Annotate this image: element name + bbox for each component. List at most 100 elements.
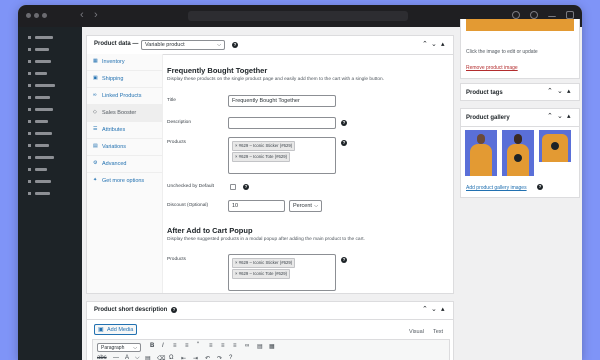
move-down-icon[interactable]: ⌄: [557, 87, 563, 95]
bold-icon[interactable]: B: [150, 343, 154, 349]
tab-advanced[interactable]: ⚙ Advanced: [87, 156, 162, 173]
toggle-panel-icon[interactable]: ▴: [567, 112, 571, 120]
add-tab-icon[interactable]: [548, 11, 556, 17]
forward-arrow-icon[interactable]: ›: [94, 9, 98, 21]
fbt-products-label: Products: [167, 140, 186, 145]
text-color-icon[interactable]: A: [125, 355, 129, 360]
format-select[interactable]: Paragraph ⌵: [97, 343, 141, 352]
indent-icon[interactable]: ⇥: [193, 355, 198, 360]
product-image[interactable]: [466, 19, 574, 31]
help-icon[interactable]: ?: [341, 120, 347, 126]
help-icon[interactable]: ?: [341, 257, 347, 263]
numbered-list-icon[interactable]: ≡: [185, 343, 189, 349]
help-icon[interactable]: ?: [537, 184, 543, 190]
keyboard-help-icon[interactable]: ?: [229, 355, 232, 360]
maximize-window-dot[interactable]: [42, 13, 47, 18]
tabs-overview-icon[interactable]: [566, 11, 574, 19]
fbt-products-select[interactable]: × #629 – Iconic Sticker (#629) × #629 – …: [228, 137, 336, 174]
popup-products-select[interactable]: × #629 – Iconic Sticker (#629) × #629 – …: [228, 254, 336, 291]
product-type-select[interactable]: Variable product ⌵: [141, 40, 225, 50]
add-gallery-images-link[interactable]: Add product gallery images: [466, 185, 527, 191]
move-up-icon[interactable]: ⌃: [547, 112, 553, 120]
fbt-product-tag[interactable]: × #629 – Iconic Sticker (#629): [232, 141, 296, 151]
menu-icon: [28, 48, 31, 51]
menu-icon: [28, 96, 31, 99]
blockquote-icon[interactable]: “: [197, 342, 199, 348]
paste-text-icon[interactable]: ▤: [145, 355, 151, 360]
move-down-icon[interactable]: ⌄: [431, 305, 437, 313]
special-char-icon[interactable]: Ω: [169, 355, 174, 360]
align-left-icon[interactable]: ≡: [209, 343, 213, 349]
strikethrough-icon[interactable]: abc: [97, 355, 107, 360]
toggle-panel-icon[interactable]: ▴: [567, 87, 571, 95]
discount-label: Discount (Optional): [167, 203, 209, 208]
help-icon[interactable]: ?: [243, 184, 249, 190]
product-data-title: Product data —: [94, 41, 139, 47]
unchecked-default-checkbox[interactable]: [230, 184, 236, 190]
format-value: Paragraph: [101, 345, 125, 351]
chevron-down-icon: ⌵: [133, 345, 137, 351]
link-icon[interactable]: ∞: [245, 343, 249, 349]
address-bar[interactable]: [188, 11, 408, 21]
tab-shipping[interactable]: ▣ Shipping: [87, 71, 162, 88]
tab-linked-products[interactable]: ∞ Linked Products: [87, 88, 162, 105]
tab-variations[interactable]: ▤ Variations: [87, 139, 162, 156]
chevron-down-icon[interactable]: ⌵: [135, 355, 140, 360]
tab-visual[interactable]: Visual: [409, 329, 424, 335]
undo-icon[interactable]: ↶: [205, 355, 210, 360]
move-down-icon[interactable]: ⌄: [431, 40, 437, 48]
fbt-product-tag[interactable]: × #629 – Iconic Tote (#629): [232, 152, 291, 162]
browser-window: ‹ › Product data — Variable product ⌵ ? …: [18, 5, 582, 360]
popup-product-tag[interactable]: × #629 – Iconic Tote (#629): [232, 269, 291, 279]
discount-input[interactable]: 10: [228, 200, 285, 212]
discount-type-select[interactable]: Percent ⌵: [289, 200, 322, 212]
redo-icon[interactable]: ↷: [217, 355, 222, 360]
back-arrow-icon[interactable]: ‹: [80, 9, 84, 21]
horizontal-line-icon[interactable]: —: [113, 355, 119, 360]
move-down-icon[interactable]: ⌄: [557, 112, 563, 120]
download-icon[interactable]: [512, 11, 520, 19]
fbt-title-label: Title: [167, 98, 176, 103]
popup-product-tag[interactable]: × #629 – Iconic Sticker (#629): [232, 258, 296, 268]
align-right-icon[interactable]: ≡: [233, 343, 237, 349]
product-tags-panel: Product tags ⌃ ⌄ ▴: [460, 83, 580, 101]
fbt-description-input[interactable]: [228, 117, 336, 129]
gear-icon: ⚙: [93, 160, 98, 166]
toggle-panel-icon[interactable]: ▴: [441, 40, 445, 48]
fbt-title-input[interactable]: Frequently Bought Together: [228, 95, 336, 107]
tab-text[interactable]: Text: [433, 329, 443, 335]
product-gallery-title: Product gallery: [466, 115, 510, 121]
help-icon[interactable]: ?: [232, 42, 238, 48]
toggle-panel-icon[interactable]: ▴: [441, 305, 445, 313]
editor-toolbar: Paragraph ⌵ B I ≡ ≡ “ ≡ ≡ ≡ ∞ ▤ ▦ abc — …: [92, 339, 450, 360]
tab-get-more-options[interactable]: ✦ Get more options: [87, 173, 162, 190]
move-up-icon[interactable]: ⌃: [547, 87, 553, 95]
attributes-icon: ☰: [93, 126, 98, 132]
toolbar-toggle-icon[interactable]: ▦: [269, 343, 275, 350]
menu-icon: [28, 60, 31, 63]
more-tag-icon[interactable]: ▤: [257, 343, 263, 350]
tab-attributes[interactable]: ☰ Attributes: [87, 122, 162, 139]
gallery-image[interactable]: [539, 130, 571, 162]
tab-label: Sales Booster: [102, 110, 137, 116]
outdent-icon[interactable]: ⇤: [181, 355, 186, 360]
add-media-button[interactable]: ▣ Add Media: [94, 324, 137, 335]
bullet-list-icon[interactable]: ≡: [173, 343, 177, 349]
move-up-icon[interactable]: ⌃: [422, 305, 428, 313]
help-icon[interactable]: ?: [171, 307, 177, 313]
minimize-window-dot[interactable]: [34, 13, 39, 18]
close-window-dot[interactable]: [26, 13, 31, 18]
italic-icon[interactable]: I: [162, 343, 164, 349]
remove-image-link[interactable]: Remove product image: [466, 65, 518, 71]
align-center-icon[interactable]: ≡: [221, 343, 225, 349]
tab-inventory[interactable]: ▦ Inventory: [87, 54, 162, 71]
gallery-image[interactable]: [502, 130, 534, 176]
product-data-tabs: ▦ Inventory ▣ Shipping ∞ Linked Products…: [87, 54, 163, 293]
product-type-value: Variable product: [145, 42, 185, 48]
tab-sales-booster[interactable]: ◇ Sales Booster: [87, 105, 162, 122]
clear-format-icon[interactable]: ⌫: [157, 355, 165, 360]
help-icon[interactable]: ?: [341, 140, 347, 146]
move-up-icon[interactable]: ⌃: [422, 40, 428, 48]
share-icon[interactable]: [530, 11, 538, 19]
gallery-image[interactable]: [465, 130, 497, 176]
